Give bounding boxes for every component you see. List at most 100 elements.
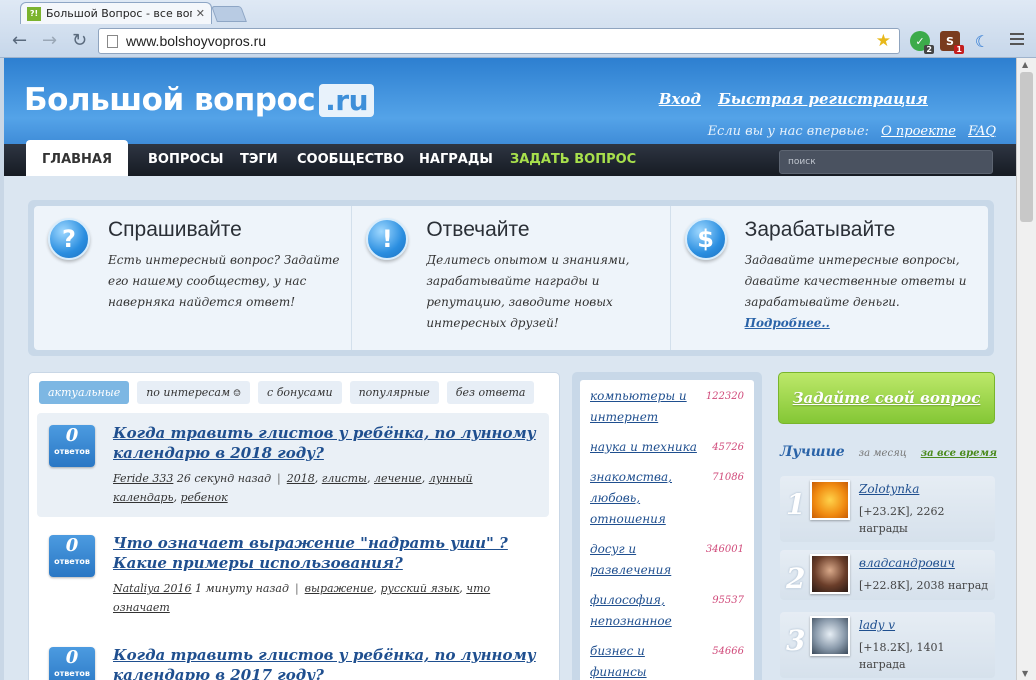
answer-count-badge: 0 ответов <box>49 425 95 467</box>
category-item: наука и техника 45726 <box>590 437 744 458</box>
promo-column: $ Зарабатывайте Задавайте интересные вопро… <box>671 206 988 350</box>
filter-tab[interactable]: без ответа <box>446 381 535 404</box>
question-item: 0 ответов Когда травить глистов у ребёнка,… <box>37 413 549 517</box>
category-link[interactable]: философия, непознанное <box>590 590 700 632</box>
category-item: компьютеры и интернет 122320 <box>590 386 744 428</box>
shield-extension-icon[interactable]: ✓ 2 <box>910 31 934 54</box>
avatar[interactable] <box>810 554 850 594</box>
question-title-link[interactable]: Когда травить глистов у ребёнка, по лунн… <box>113 424 536 462</box>
question-item: 0 ответов Когда травить глистов у ребёнка,… <box>37 635 549 680</box>
leader-rank: 1 <box>786 488 806 521</box>
nav-questions[interactable]: ВОПРОСЫ <box>148 144 223 176</box>
period-all-tab[interactable]: за все время <box>921 448 997 459</box>
question-meta: Nataliya 2016 1 минуту назад | выражение, … <box>113 582 491 614</box>
filter-tab[interactable]: актуальные <box>39 381 130 404</box>
scrollbar-thumb[interactable] <box>1020 72 1033 222</box>
separator: | <box>294 582 299 595</box>
reload-icon[interactable]: ↻ <box>72 30 87 51</box>
nav-awards[interactable]: НАГРАДЫ <box>419 144 493 176</box>
question-item: 0 ответов Что означает выражение "надрать … <box>37 523 549 627</box>
category-link[interactable]: бизнес и финансы <box>590 641 700 680</box>
best-users-header: Лучшие за месяц за все время <box>780 444 1011 460</box>
question-title-link[interactable]: Когда травить глистов у ребёнка, по лунн… <box>113 646 536 680</box>
close-icon[interactable]: ✕ <box>196 7 205 20</box>
nav-home[interactable]: ГЛАВНАЯ <box>26 140 129 176</box>
new-tab-button[interactable] <box>211 6 247 22</box>
answer-count-label: ответов <box>54 447 90 456</box>
leader-name-link[interactable]: lady v <box>859 618 895 632</box>
question-title-link[interactable]: Что означает выражение "надрать уши" ? К… <box>113 534 508 572</box>
promo-column: ? Спрашивайте Есть интересный вопрос? Зада… <box>34 206 353 350</box>
tag-link[interactable]: русский язык <box>380 582 459 595</box>
auth-links: Вход Быстрая регистрация <box>647 90 928 108</box>
menu-icon[interactable] <box>1010 33 1024 47</box>
page-icon <box>107 34 118 48</box>
ask-question-button[interactable]: Задайте свой вопрос <box>778 372 995 424</box>
faq-link[interactable]: FAQ <box>968 124 996 139</box>
leader-item: 3 lady v [+18.2K], 1401 награда <box>780 612 995 678</box>
tab-title: Большой Вопрос - все вопр <box>46 7 192 20</box>
tag-link[interactable]: ребенок <box>180 491 227 504</box>
filter-tab-interests[interactable]: по интересам ☺ <box>137 381 251 404</box>
answer-count: 0 <box>65 535 79 556</box>
category-link[interactable]: знакомства, любовь, отношения <box>590 467 700 530</box>
about-link[interactable]: О проекте <box>881 124 956 139</box>
scroll-up-icon[interactable]: ▲ <box>1022 60 1028 69</box>
category-count: 95537 <box>712 595 744 606</box>
promo-text-body: Делитесь опытом и знаниями, зарабатывайт… <box>426 253 630 330</box>
period-month-tab[interactable]: за месяц <box>859 448 907 459</box>
question-time: 26 секунд назад <box>176 472 272 485</box>
category-count: 71086 <box>712 472 744 483</box>
address-bar[interactable]: www.bolshoyvopros.ru ★ <box>98 28 900 54</box>
exclamation-icon: ! <box>366 218 409 260</box>
smile-icon: ☺ <box>230 389 242 399</box>
question-time: 1 минуту назад <box>194 582 289 595</box>
leader-name-link[interactable]: Zolotynka <box>859 482 919 496</box>
answer-count-badge: 0 ответов <box>49 647 95 680</box>
forward-arrow-icon[interactable]: → <box>42 30 57 51</box>
promo-column: ! Отвечайте Делитесь опытом и знаниями, за… <box>352 206 671 350</box>
category-item: философия, непознанное 95537 <box>590 590 744 632</box>
filter-tab[interactable]: с бонусами <box>258 381 342 404</box>
more-link[interactable]: Подробнее.. <box>745 316 830 330</box>
question-author-link[interactable]: Nataliya 2016 <box>113 582 191 595</box>
filter-tab[interactable]: популярные <box>349 381 439 404</box>
questions-panel: актуальные по интересам ☺ с бонусами популя… <box>28 372 560 680</box>
answer-count: 0 <box>65 647 79 668</box>
url-text: www.bolshoyvopros.ru <box>126 33 267 49</box>
categories-panel: компьютеры и интернет 122320 наука и техни… <box>572 372 762 680</box>
site-favicon-icon: ?! <box>27 6 41 21</box>
category-item: бизнес и финансы 54666 <box>590 641 744 680</box>
login-link[interactable]: Вход <box>659 90 701 108</box>
moon-extension-icon[interactable]: ☾ <box>972 31 992 51</box>
leader-name-link[interactable]: владсандрович <box>859 556 955 570</box>
nav-tags[interactable]: ТЭГИ <box>240 144 278 176</box>
promo-text: Задавайте интересные вопросы, давайте ка… <box>745 250 978 334</box>
register-link[interactable]: Быстрая регистрация <box>718 90 928 108</box>
tag-link[interactable]: лечение <box>374 472 422 485</box>
nav-community[interactable]: СООБЩЕСТВО <box>297 144 404 176</box>
question-author-link[interactable]: Feride 333 <box>113 472 173 485</box>
category-count: 346001 <box>705 544 744 555</box>
scroll-down-icon[interactable]: ▼ <box>1022 669 1028 678</box>
site-logo[interactable]: Большой вопрос .ru <box>24 82 375 118</box>
leader-item: 1 Zolotynka [+23.2K], 2262 награды <box>780 476 995 542</box>
star-icon[interactable]: ★ <box>876 31 891 51</box>
seo-extension-icon[interactable]: S1 <box>940 31 964 54</box>
leader-stats: [+22.8K], 2038 наград <box>859 579 989 592</box>
scrollbar[interactable]: ▲ ▼ <box>1016 58 1036 680</box>
category-link[interactable]: наука и техника <box>590 437 697 458</box>
tag-link[interactable]: 2018 <box>287 472 315 485</box>
tag-link[interactable]: глисты <box>322 472 367 485</box>
category-link[interactable]: досуг и развлечения <box>590 539 700 581</box>
avatar[interactable] <box>810 616 850 656</box>
back-arrow-icon[interactable]: ← <box>12 30 27 51</box>
tag-link[interactable]: выражение <box>305 582 374 595</box>
nav-ask-question[interactable]: ЗАДАТЬ ВОПРОС <box>510 144 636 176</box>
category-link[interactable]: компьютеры и интернет <box>590 386 700 428</box>
promo-title: Отвечайте <box>426 218 530 241</box>
promo-text: Делитесь опытом и знаниями, зарабатывайт… <box>426 250 659 334</box>
browser-tab[interactable]: ?! Большой Вопрос - все вопр ✕ <box>20 2 212 24</box>
avatar[interactable] <box>810 480 850 520</box>
search-input[interactable]: поиск <box>779 150 993 174</box>
